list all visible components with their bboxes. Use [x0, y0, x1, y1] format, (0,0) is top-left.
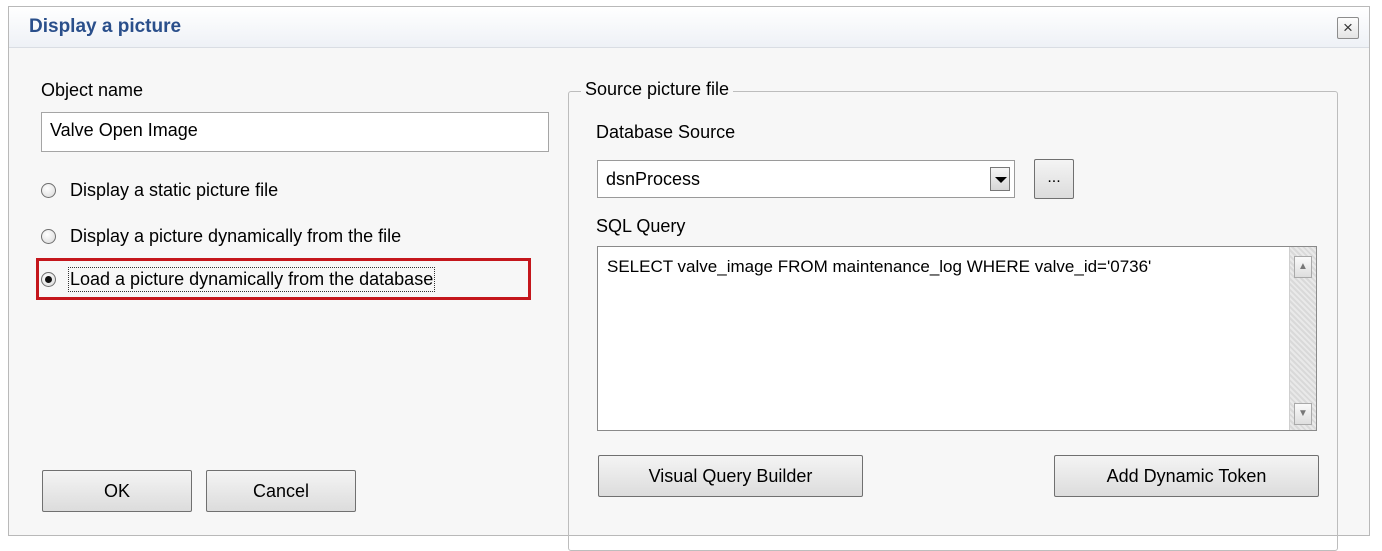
radio-option-file[interactable]: Display a picture dynamically from the f… [41, 223, 401, 249]
close-icon: × [1343, 18, 1353, 37]
close-button[interactable]: × [1337, 17, 1359, 39]
dropdown-arrow-icon[interactable] [990, 167, 1010, 191]
radio-static-label: Display a static picture file [70, 179, 279, 200]
ok-button-label: OK [103, 481, 130, 501]
add-dynamic-token-label: Add Dynamic Token [1106, 466, 1267, 486]
dialog-title: Display a picture [29, 16, 182, 37]
scroll-up-icon[interactable]: ▲ [1294, 256, 1312, 278]
highlight-box [36, 258, 531, 300]
sql-query-label: SQL Query [596, 216, 686, 236]
dialog-body: Object name Valve Open Image Display a s… [9, 48, 1369, 551]
database-source-select[interactable]: dsnProcess [597, 160, 1015, 198]
cancel-button-label: Cancel [252, 481, 310, 501]
sql-query-textarea[interactable]: SELECT valve_image FROM maintenance_log … [597, 246, 1317, 431]
radio-static-icon[interactable] [41, 182, 56, 198]
browse-database-button[interactable]: ... [1034, 159, 1074, 199]
database-source-label: Database Source [596, 122, 736, 142]
radio-file-icon[interactable] [41, 228, 56, 244]
sql-query-value: SELECT valve_image FROM maintenance_log … [607, 257, 1152, 276]
scroll-down-glyph: ▼ [1298, 408, 1308, 419]
ok-button[interactable]: OK [42, 470, 192, 512]
scroll-down-icon[interactable]: ▼ [1294, 403, 1312, 425]
object-name-label: Object name [41, 80, 144, 100]
radio-file-label: Display a picture dynamically from the f… [70, 225, 402, 246]
display-picture-dialog: Display a picture × Object name Valve Op… [8, 6, 1370, 551]
sql-scrollbar[interactable]: ▲ ▼ [1289, 247, 1316, 430]
object-name-value: Valve Open Image [50, 120, 198, 140]
database-source-value: dsnProcess [606, 169, 701, 189]
scroll-up-glyph: ▲ [1298, 261, 1308, 272]
browse-button-label: ... [1047, 169, 1061, 186]
title-bar: Display a picture × [9, 7, 1369, 48]
radio-option-static[interactable]: Display a static picture file [41, 177, 278, 203]
source-picture-group: Source picture file Database Source dsnP… [568, 79, 1338, 551]
object-name-input[interactable]: Valve Open Image [41, 112, 549, 152]
visual-query-builder-label: Visual Query Builder [648, 466, 813, 486]
cancel-button[interactable]: Cancel [206, 470, 356, 512]
visual-query-builder-button[interactable]: Visual Query Builder [598, 455, 863, 497]
source-picture-legend: Source picture file [581, 79, 734, 100]
add-dynamic-token-button[interactable]: Add Dynamic Token [1054, 455, 1319, 497]
